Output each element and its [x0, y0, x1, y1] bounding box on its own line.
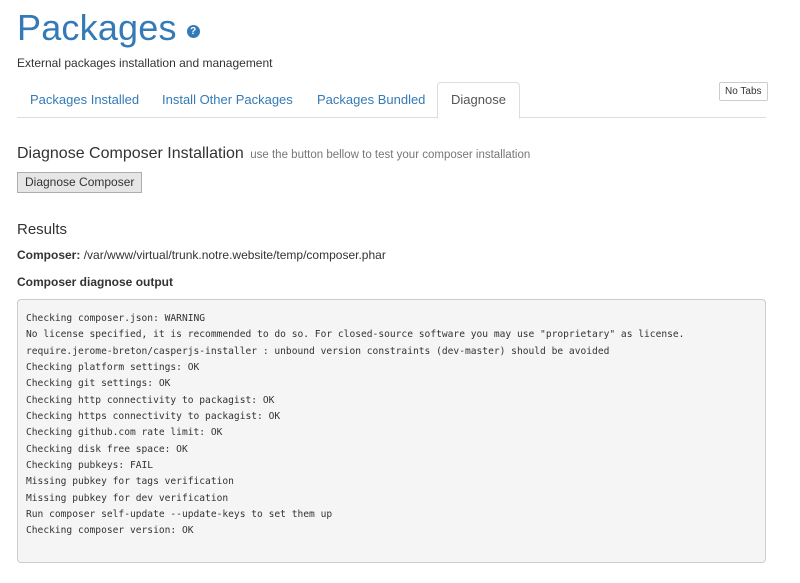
- results-heading: Results: [17, 221, 68, 238]
- output-line: Missing pubkey for dev verification: [26, 492, 229, 504]
- tab-install-other-packages[interactable]: Install Other Packages: [149, 82, 306, 118]
- output-line: Checking pubkeys: FAIL: [26, 460, 154, 472]
- diagnose-output: Checking composer.json: WARNING No licen…: [17, 299, 766, 563]
- no-tabs-button[interactable]: No Tabs: [719, 82, 768, 101]
- page-title: Packages: [17, 7, 177, 48]
- output-line: Checking disk free space: OK: [26, 443, 188, 455]
- composer-path-line: Composer: /var/www/virtual/trunk.notre.w…: [17, 248, 386, 262]
- output-line: No license specified, it is recommended …: [26, 329, 685, 341]
- page-header: Packages ?: [17, 8, 200, 48]
- output-line: Checking composer version: OK: [26, 525, 194, 537]
- page-subtitle: External packages installation and manag…: [17, 56, 273, 70]
- question-circle-icon[interactable]: ?: [186, 24, 200, 38]
- output-line: Checking https connectivity to packagist…: [26, 411, 281, 423]
- output-line: Missing pubkey for tags verification: [26, 476, 234, 488]
- output-line: require.jerome-breton/casperjs-installer…: [26, 345, 610, 357]
- composer-path: /var/www/virtual/trunk.notre.website/tem…: [83, 248, 386, 262]
- diagnose-title: Diagnose Composer Installation: [17, 145, 244, 162]
- output-line: Checking github.com rate limit: OK: [26, 427, 223, 439]
- composer-label: Composer:: [17, 248, 81, 262]
- diagnose-composer-button[interactable]: Diagnose Composer: [17, 172, 143, 193]
- output-line: Checking git settings: OK: [26, 378, 171, 390]
- tab-packages-installed[interactable]: Packages Installed: [17, 82, 152, 118]
- diagnose-hint: use the button bellow to test your compo…: [250, 149, 531, 161]
- output-line: Checking composer.json: WARNING: [26, 313, 206, 324]
- diagnose-heading: Diagnose Composer Installation use the b…: [17, 145, 530, 163]
- tab-packages-bundled[interactable]: Packages Bundled: [304, 82, 438, 118]
- output-line: Checking platform settings: OK: [26, 362, 200, 374]
- output-label: Composer diagnose output: [17, 275, 173, 289]
- tab-diagnose[interactable]: Diagnose: [437, 82, 520, 119]
- output-line: Checking http connectivity to packagist:…: [26, 394, 275, 406]
- output-line: Run composer self-update --update-keys t…: [26, 509, 333, 521]
- tab-bar: Packages Installed Install Other Package…: [17, 82, 766, 119]
